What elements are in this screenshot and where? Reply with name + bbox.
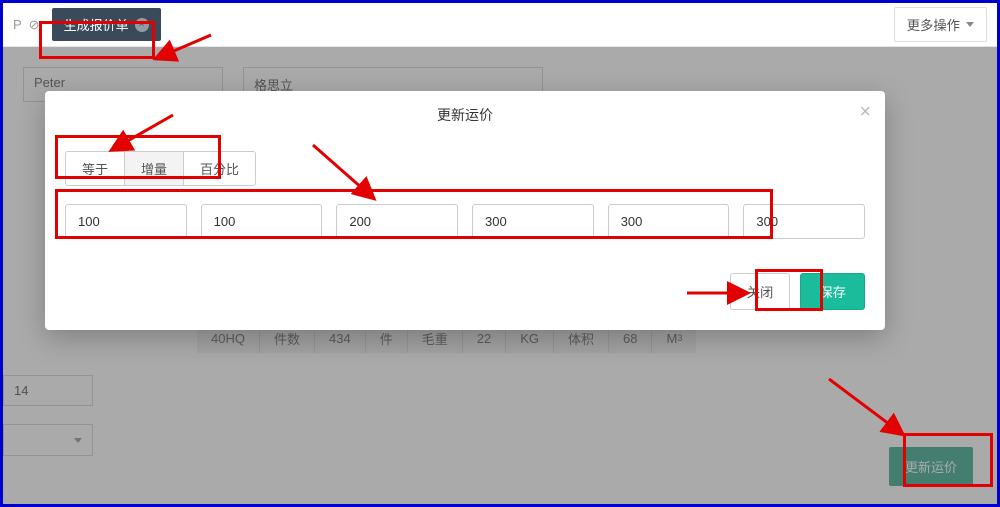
modal-close-footer-button[interactable]: 关闭 (730, 273, 791, 310)
value-input-4[interactable] (472, 204, 594, 239)
update-freight-modal: 更新运价 × 等于 增量 百分比 关闭 保存 (45, 91, 885, 330)
chevron-down-icon (966, 22, 974, 27)
modal-save-button[interactable]: 保存 (800, 273, 865, 310)
value-input-5[interactable] (608, 204, 730, 239)
tab-generate-quote[interactable]: 生成报价单 × (52, 8, 161, 41)
value-input-3[interactable] (336, 204, 458, 239)
mode-tab-percent[interactable]: 百分比 (184, 152, 255, 185)
value-input-1[interactable] (65, 204, 187, 239)
mode-tab-equal[interactable]: 等于 (66, 152, 125, 185)
mode-tabs: 等于 增量 百分比 (65, 151, 256, 186)
mode-tab-increment[interactable]: 增量 (125, 152, 184, 185)
more-actions-label: 更多操作 (907, 15, 960, 34)
value-input-6[interactable] (743, 204, 865, 239)
modal-close-button[interactable]: × (859, 101, 871, 124)
close-icon[interactable]: × (135, 18, 149, 32)
modal-title: 更新运价 (61, 105, 869, 125)
breadcrumb-fragment: P ⊘ (13, 17, 40, 33)
value-inputs-row (65, 204, 865, 239)
tab-label: 生成报价单 (64, 15, 129, 34)
value-input-2[interactable] (201, 204, 323, 239)
more-actions-button[interactable]: 更多操作 (894, 7, 987, 42)
